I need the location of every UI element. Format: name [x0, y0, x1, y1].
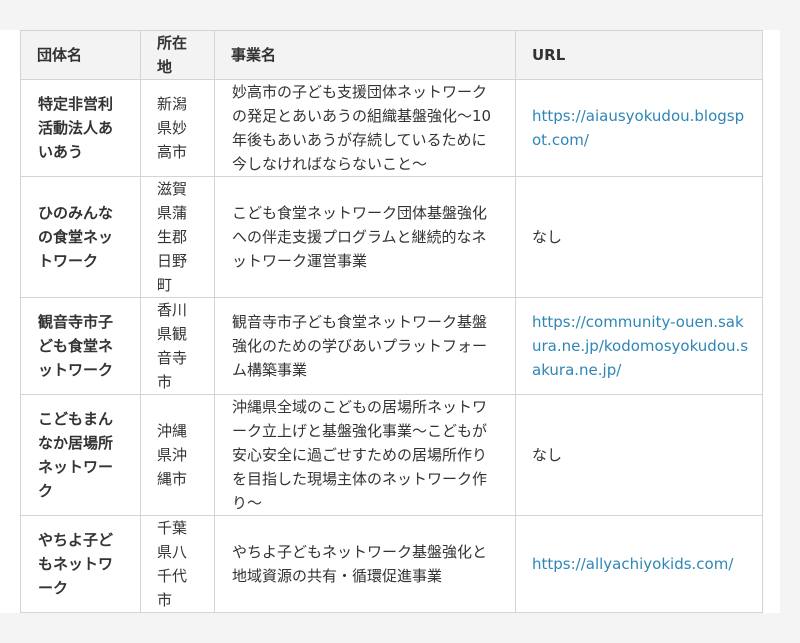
org-name-cell: こどもまんなか居場所ネットワーク [20, 394, 141, 516]
table-row: こどもまんなか居場所ネットワーク 沖縄県沖縄市 沖縄県全域のこどもの居場所ネット… [20, 394, 763, 516]
table-row: 観音寺市子ども食堂ネットワーク 香川県観音寺市 観音寺市子ども食堂ネットワーク基… [20, 297, 763, 395]
organization-table: 団体名 所在地 事業名 URL 特定非営利活動法人あいあう 新潟県妙高市 妙高市… [20, 30, 763, 613]
header-location: 所在地 [140, 30, 215, 80]
org-name-cell: やちよ子どもネットワーク [20, 515, 141, 613]
location-cell: 滋賀県蒲生郡日野町 [140, 176, 215, 298]
url-cell: https://community-ouen.sakura.ne.jp/kodo… [515, 297, 763, 395]
org-name-cell: ひのみんなの食堂ネットワーク [20, 176, 141, 298]
header-url: URL [515, 30, 763, 80]
project-cell: こども食堂ネットワーク団体基盤強化への伴走支援プログラムと継続的なネットワーク運… [214, 176, 516, 298]
table-row: 特定非営利活動法人あいあう 新潟県妙高市 妙高市の子ども支援団体ネットワークの発… [20, 79, 763, 177]
page-content: 団体名 所在地 事業名 URL 特定非営利活動法人あいあう 新潟県妙高市 妙高市… [0, 30, 780, 613]
org-name-cell: 特定非営利活動法人あいあう [20, 79, 141, 177]
org-name-cell: 観音寺市子ども食堂ネットワーク [20, 297, 141, 395]
location-cell: 千葉県八千代市 [140, 515, 215, 613]
project-cell: 観音寺市子ども食堂ネットワーク基盤強化のための学びあいプラットフォーム構築事業 [214, 297, 516, 395]
url-cell: https://allyachiyokids.com/ [515, 515, 763, 613]
project-cell: やちよ子どもネットワーク基盤強化と地域資源の共有・循環促進事業 [214, 515, 516, 613]
table-header-row: 団体名 所在地 事業名 URL [20, 30, 763, 80]
project-cell: 妙高市の子ども支援団体ネットワークの発足とあいあうの組織基盤強化〜10年後もあい… [214, 79, 516, 177]
header-project: 事業名 [214, 30, 516, 80]
url-link[interactable]: https://community-ouen.sakura.ne.jp/kodo… [532, 313, 748, 379]
location-cell: 香川県観音寺市 [140, 297, 215, 395]
project-cell: 沖縄県全域のこどもの居場所ネットワーク立上げと基盤強化事業〜こどもが安心安全に過… [214, 394, 516, 516]
table-row: やちよ子どもネットワーク 千葉県八千代市 やちよ子どもネットワーク基盤強化と地域… [20, 515, 763, 613]
location-cell: 新潟県妙高市 [140, 79, 215, 177]
url-link[interactable]: https://allyachiyokids.com/ [532, 555, 733, 573]
url-cell: なし [515, 394, 763, 516]
url-cell: https://aiausyokudou.blogspot.com/ [515, 79, 763, 177]
url-link[interactable]: https://aiausyokudou.blogspot.com/ [532, 107, 744, 149]
url-cell: なし [515, 176, 763, 298]
table-row: ひのみんなの食堂ネットワーク 滋賀県蒲生郡日野町 こども食堂ネットワーク団体基盤… [20, 176, 763, 298]
location-cell: 沖縄県沖縄市 [140, 394, 215, 516]
header-name: 団体名 [20, 30, 141, 80]
